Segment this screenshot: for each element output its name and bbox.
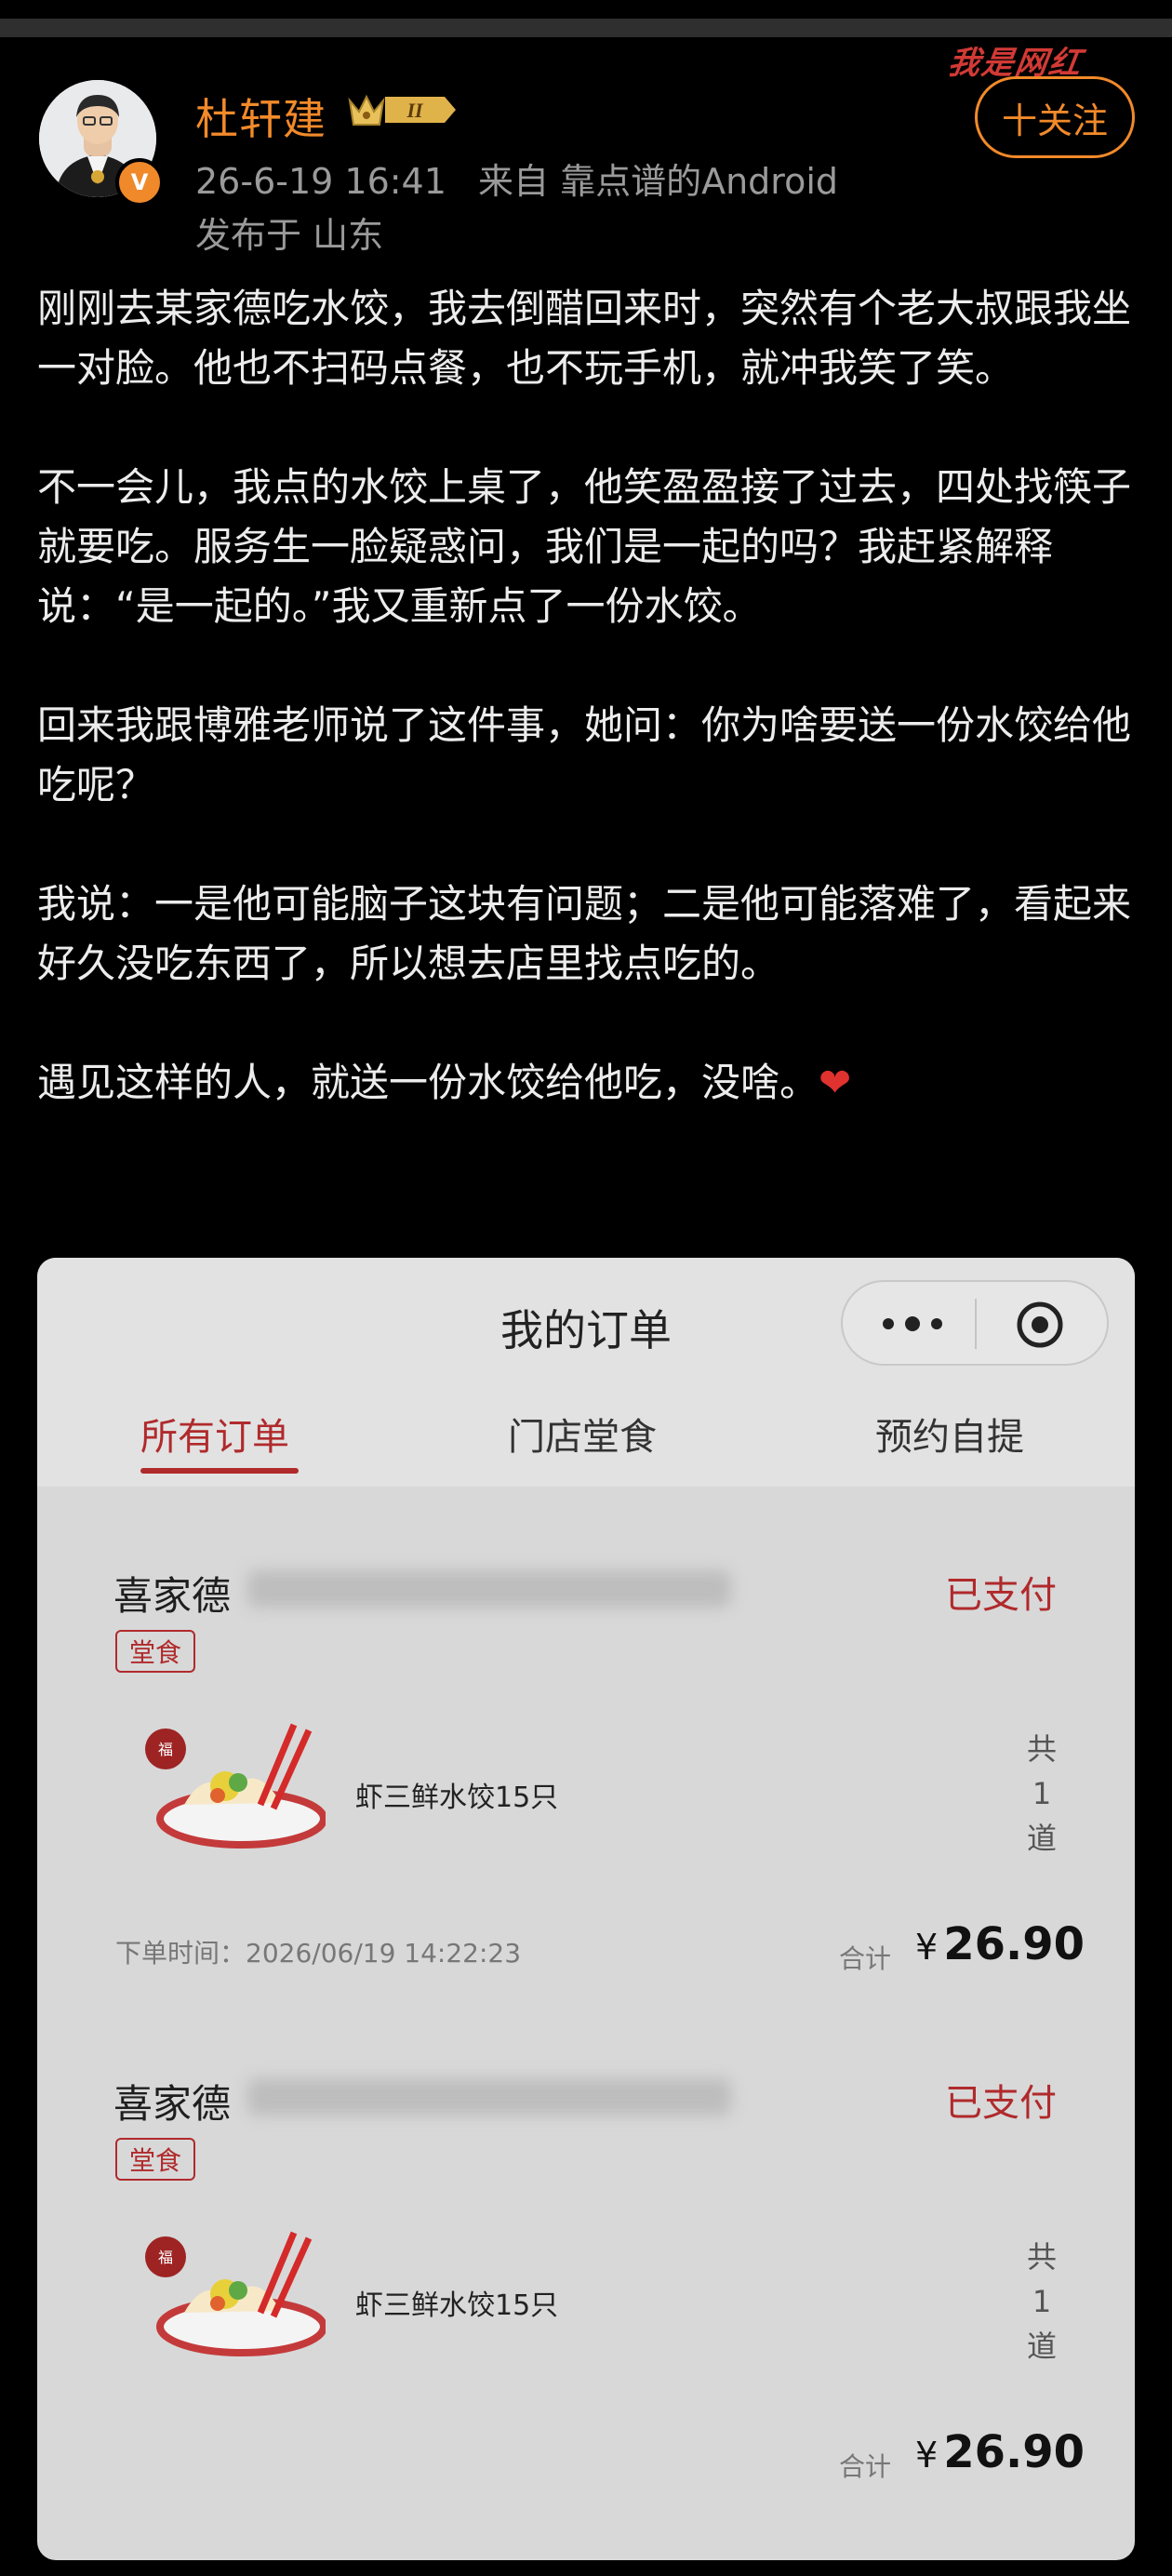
post-paragraph: 不一会儿，我点的水饺上桌了，他笑盈盈接了过去，四处找筷子就要吃。服务生一脸疑惑问… xyxy=(37,464,1132,629)
order-total: ¥26.90 xyxy=(915,2426,1085,2478)
post-meta: 26-6-19 16:41 来自 靠点谱的Android xyxy=(195,153,838,204)
count-prefix: 共 xyxy=(1026,1731,1057,1767)
post-paragraph: 刚刚去某家德吃水饺，我去倒醋回来时，突然有个老大叔跟我坐一对脸。他也不扫码点餐，… xyxy=(37,286,1132,391)
store-name: 喜家德 xyxy=(113,1573,232,1619)
top-divider xyxy=(0,19,1172,37)
dine-in-tag: 堂食 xyxy=(115,2138,195,2181)
active-tab-indicator xyxy=(140,1468,299,1474)
currency-symbol: ¥ xyxy=(915,2435,939,2476)
post-paragraph-last: 遇见这样的人，就送一份水饺给他吃，没啥。❤ xyxy=(37,1053,1135,1113)
item-count: 共 1 道 xyxy=(1023,2235,1060,2369)
total-label: 合计 xyxy=(839,2451,892,2482)
post-body: 刚刚去某家德吃水饺，我去倒醋回来时，突然有个老大叔跟我坐一对脸。他也不扫码点餐，… xyxy=(37,279,1135,1113)
count-value: 1 xyxy=(1032,1776,1052,1811)
count-unit: 道 xyxy=(1026,2329,1057,2364)
order-status: 已支付 xyxy=(945,2082,1057,2125)
post-timestamp: 26-6-19 16:41 xyxy=(195,161,446,202)
member-crown-icon: II xyxy=(348,94,456,126)
total-amount: 26.90 xyxy=(943,1918,1085,1970)
redacted-store-address xyxy=(247,1570,731,1608)
count-unit: 道 xyxy=(1026,1821,1057,1856)
dish-name: 虾三鲜水饺15只 xyxy=(355,2289,559,2322)
dine-in-tag: 堂食 xyxy=(115,1630,195,1673)
store-name: 喜家德 xyxy=(113,2081,232,2127)
item-count: 共 1 道 xyxy=(1023,1727,1060,1861)
total-label: 合计 xyxy=(839,1943,892,1974)
post-source: 来自 靠点谱的Android xyxy=(478,161,838,202)
orders-tabs: 所有订单 门店堂食 预约自提 xyxy=(37,1407,1135,1487)
follow-button[interactable]: 十关注 xyxy=(975,76,1135,158)
order-status: 已支付 xyxy=(945,1574,1057,1617)
post-paragraph: 我说：一是他可能脑子这块有问题；二是他可能落难了，看起来好久没吃东西了，所以想去… xyxy=(37,881,1132,986)
tab-pickup[interactable]: 预约自提 xyxy=(875,1407,1024,1461)
level-badge-text: II xyxy=(406,99,424,122)
dumpling-dish-image: 福 xyxy=(145,2231,326,2356)
post-paragraph: 遇见这样的人，就送一份水饺给他吃，没啥。 xyxy=(37,1060,819,1105)
post-paragraph: 回来我跟博雅老师说了这件事，她问：你为啥要送一份水饺给他吃呢？ xyxy=(37,702,1132,808)
more-icon[interactable] xyxy=(871,1301,954,1347)
top-bar xyxy=(0,0,1172,39)
tab-all-orders[interactable]: 所有订单 xyxy=(140,1407,289,1461)
count-value: 1 xyxy=(1032,2284,1052,2319)
order-time: 下单时间：2026/06/19 14:22:23 xyxy=(115,1938,522,1969)
total-amount: 26.90 xyxy=(943,2426,1085,2478)
order-total: ¥26.90 xyxy=(915,1918,1085,1970)
svg-text:福: 福 xyxy=(158,1741,173,1758)
orders-screenshot[interactable]: 我的订单 所有订单 门店堂食 预约自提 喜家德 已支付 堂食 福 虾三鲜水饺15… xyxy=(37,1258,1135,2560)
post-location: 发布于 山东 xyxy=(195,215,384,256)
capsule-divider xyxy=(975,1299,977,1349)
svg-text:福: 福 xyxy=(158,2249,173,2266)
verified-badge-icon: V xyxy=(115,158,164,207)
redacted-store-address xyxy=(247,2078,731,2116)
count-prefix: 共 xyxy=(1026,2239,1057,2275)
author-name[interactable]: 杜轩建 xyxy=(195,86,326,147)
close-miniapp-icon[interactable] xyxy=(1016,1301,1064,1349)
currency-symbol: ¥ xyxy=(915,1927,939,1968)
heart-icon: ❤ xyxy=(819,1060,852,1105)
tab-dine-in[interactable]: 门店堂食 xyxy=(508,1407,657,1461)
dish-name: 虾三鲜水饺15只 xyxy=(355,1782,559,1814)
dumpling-dish-image: 福 xyxy=(145,1723,326,1849)
miniapp-capsule xyxy=(841,1280,1109,1366)
